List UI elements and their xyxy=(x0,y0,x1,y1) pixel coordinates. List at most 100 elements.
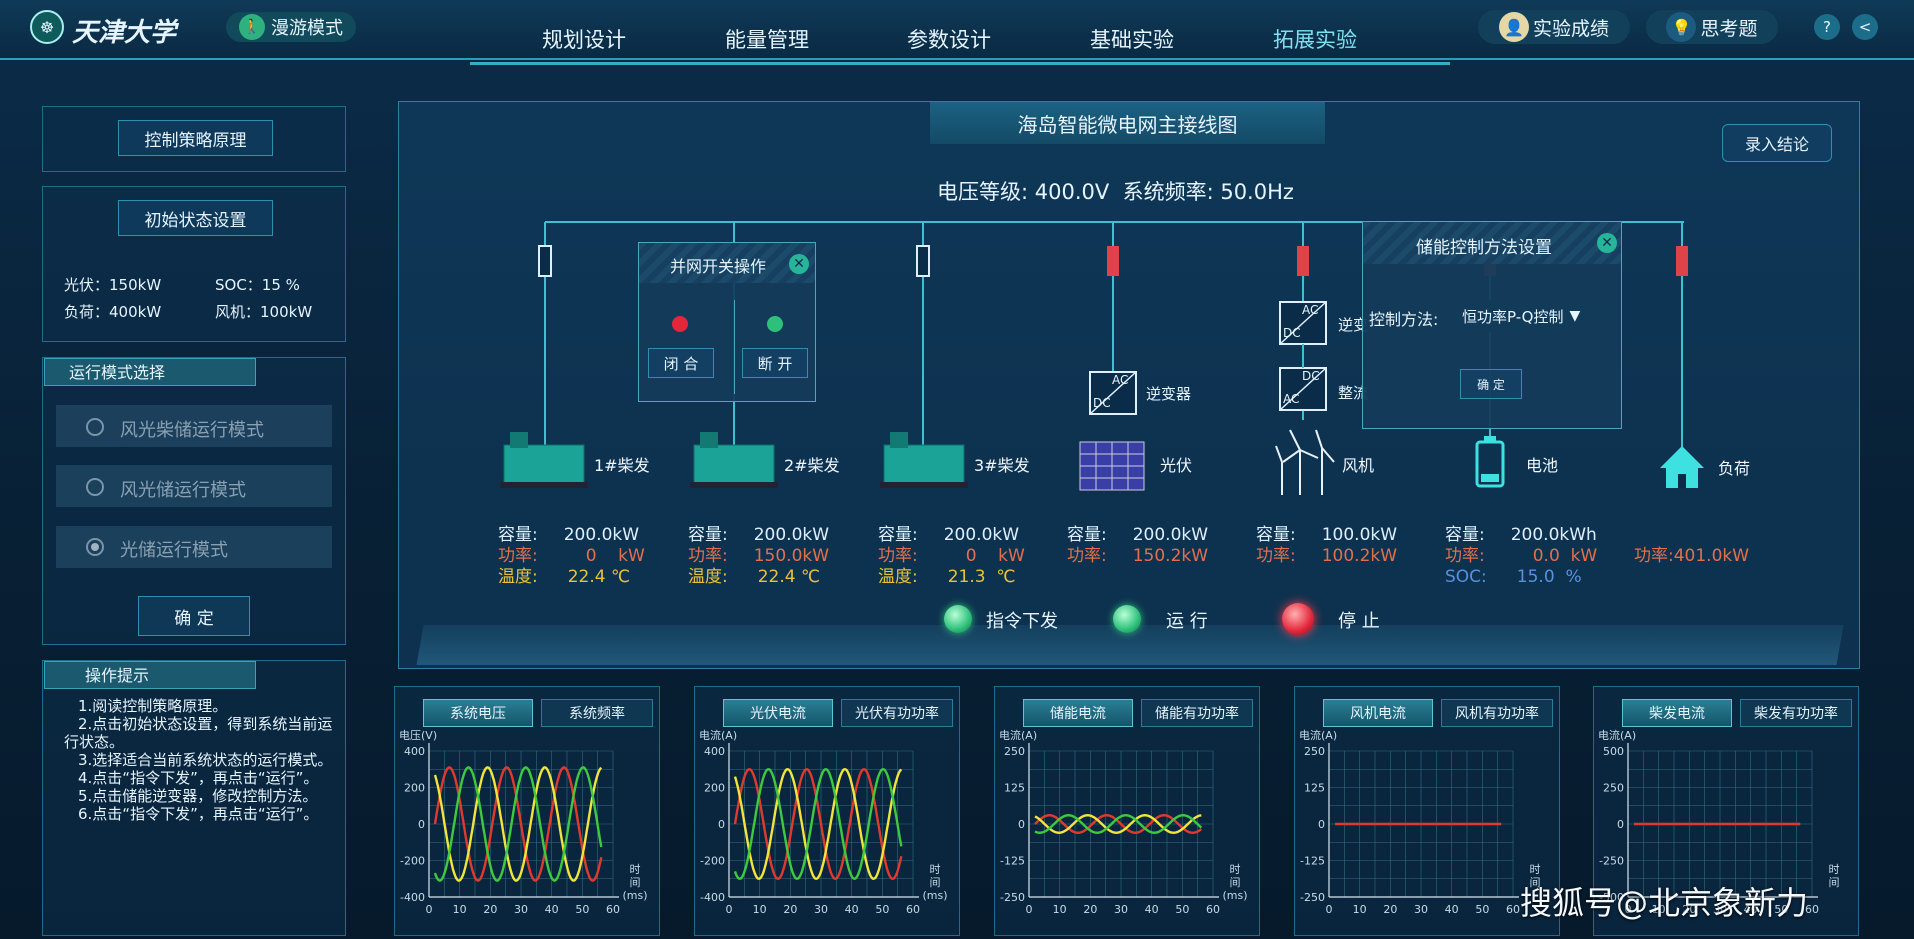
unit-load-data: 功率:401.0kW xyxy=(1634,546,1749,567)
unit-2-data: 容量: 200.0kW 功率: 150.0kW 温度: 22.4 ℃ xyxy=(688,525,829,588)
chart-2-xtick-5: 40 xyxy=(845,903,859,916)
chart-2-ytick-5: -400 xyxy=(700,891,725,904)
chart-1-xtick-7: 60 xyxy=(606,903,620,916)
chart-5-ytick-4: -250 xyxy=(1599,855,1624,868)
run-indicator-icon[interactable] xyxy=(1113,605,1141,633)
chart-5-xunit-1: 时 xyxy=(1829,863,1840,876)
pv-converter-label: 逆变器 xyxy=(1146,385,1192,403)
unit-battery-data: 容量: 200.0kWh 功率: 0.0 kW SOC: 15.0 % xyxy=(1445,525,1597,588)
breaker-3[interactable] xyxy=(916,245,930,277)
load-power-label: 功率: xyxy=(1634,546,1674,566)
chart-2-ytick-4: -200 xyxy=(700,855,725,868)
chart-2-xtick-2: 10 xyxy=(753,903,767,916)
storage-popup-close-icon[interactable]: ✕ xyxy=(1597,233,1617,253)
chart-3-xunit-3: (ms) xyxy=(1222,889,1247,902)
chart-4-ytick-2: 125 xyxy=(1304,782,1325,795)
house-load-icon[interactable] xyxy=(1660,446,1704,488)
unit-1-data: 容量: 200.0kW 功率: 0 kW 温度: 22.4 ℃ xyxy=(498,525,645,588)
unit-1-name: 1#柴发 xyxy=(594,456,650,475)
wind-cap-label: 容量: xyxy=(1256,525,1296,545)
chart-3-xtick-2: 10 xyxy=(1053,903,1067,916)
chart-3-xtick-1: 0 xyxy=(1026,903,1033,916)
chart-1-xunit-2: 间 xyxy=(630,876,641,889)
unit-2-power-label: 功率: xyxy=(688,546,728,566)
chart-3-xunit-2: 间 xyxy=(1230,876,1241,889)
unit-3-data: 容量: 200.0kW 功率: 0 kW 温度: 21.3 ℃ xyxy=(878,525,1025,588)
unit-wind-name: 风机 xyxy=(1342,456,1375,475)
chart-1-ytick-2: 200 xyxy=(404,782,425,795)
dispatch-indicator-icon[interactable] xyxy=(944,605,972,633)
wind-power: 100.2kW xyxy=(1321,546,1398,566)
unit-2-name: 2#柴发 xyxy=(784,456,840,475)
chart-3-xtick-4: 30 xyxy=(1114,903,1128,916)
chart-3-plot: 电流(A)2501250-125-2500 10 20 30 40 50 60时间(ms) xyxy=(999,728,1248,916)
breaker-load[interactable] xyxy=(1676,246,1688,276)
storage-method-select[interactable]: 恒功率P-Q控制 ▼ xyxy=(1456,300,1616,332)
chart-panel-1: 系统电压 系统频率 电压(V) 400 200 0 -200 -400 0 10 20 30 40 50 6… xyxy=(394,686,660,936)
unit-1-cap-label: 容量: xyxy=(498,525,538,545)
chart-1-xunit-3: (ms) xyxy=(622,889,647,902)
chart-1-ytick-4: -200 xyxy=(400,855,425,868)
unit-wind-data: 容量: 100.0kW 功率: 100.2kW xyxy=(1256,525,1397,567)
chart-5-ytick-1: 500 xyxy=(1603,745,1624,758)
chart-4-xtick-2: 10 xyxy=(1353,903,1367,916)
chart-4-xtick-5: 40 xyxy=(1445,903,1459,916)
stop-button[interactable]: 停 止 xyxy=(1338,607,1380,633)
stop-indicator-icon[interactable] xyxy=(1282,603,1314,635)
pv-power-label: 功率: xyxy=(1067,546,1107,566)
switch-close-led-icon xyxy=(672,316,688,332)
solar-panel-icon[interactable] xyxy=(1079,441,1145,491)
switch-open-button[interactable]: 断 开 xyxy=(742,348,808,378)
chart-3-ytick-4: -125 xyxy=(1000,855,1025,868)
chart-4-xunit-1: 时 xyxy=(1530,863,1541,876)
chart-2-xtick-7: 60 xyxy=(906,903,920,916)
unit-3-name: 3#柴发 xyxy=(974,456,1030,475)
battery-cap: 200.0kWh xyxy=(1510,525,1597,545)
battery-power-label: 功率: xyxy=(1445,546,1485,566)
unit-battery-name: 电池 xyxy=(1526,456,1559,475)
pv-power: 150.2kW xyxy=(1132,546,1209,566)
storage-confirm-button[interactable]: 确 定 xyxy=(1460,369,1522,399)
switch-popup-title: 并网开关操作 xyxy=(670,257,767,276)
unit-3-temp-label: 温度: xyxy=(878,567,918,587)
battery-soc: 15.0 % xyxy=(1516,567,1582,587)
pv-ac-label: AC xyxy=(1112,373,1129,387)
wind-turbine-icon[interactable] xyxy=(1275,429,1335,495)
chart-1-ytick-5: -400 xyxy=(400,891,425,904)
wind-power-label: 功率: xyxy=(1256,546,1296,566)
chart-2-xtick-3: 20 xyxy=(783,903,797,916)
watermark: 搜狐号@北京象新力 xyxy=(1520,884,1809,922)
chart-panel-3: 储能电流 储能有功功率 电流(A) 250 125 0 -125 -250 0 10 20 30 40 5… xyxy=(994,686,1260,936)
chart-4-ytick-1: 250 xyxy=(1304,745,1325,758)
unit-3-cap-label: 容量: xyxy=(878,525,918,545)
breaker-pv[interactable] xyxy=(1107,246,1119,276)
dispatch-command-button[interactable]: 指令下发 xyxy=(986,607,1058,633)
chart-2-xtick-4: 30 xyxy=(814,903,828,916)
chart-5-xunit-2: 间 xyxy=(1829,876,1840,889)
unit-3-power-label: 功率: xyxy=(878,546,918,566)
breaker-wind[interactable] xyxy=(1297,246,1309,276)
chart-1-xtick-5: 40 xyxy=(545,903,559,916)
load-power: 401.0kW xyxy=(1673,546,1750,566)
chart-1-xtick-3: 20 xyxy=(483,903,497,916)
chart-2-xtick-1: 0 xyxy=(726,903,733,916)
wind-rec-dc-label: DC xyxy=(1302,369,1320,383)
battery-icon[interactable] xyxy=(1475,436,1505,488)
switch-popup-close-icon[interactable]: ✕ xyxy=(789,254,809,274)
wind-inv-ac-label: AC xyxy=(1302,303,1319,317)
pv-dc-label: DC xyxy=(1093,396,1111,410)
switch-close-button[interactable]: 闭 合 xyxy=(648,348,714,378)
wind-rec-ac-label: AC xyxy=(1283,392,1300,406)
unit-1-power-label: 功率: xyxy=(498,546,538,566)
run-button[interactable]: 运 行 xyxy=(1166,607,1208,633)
chart-3-ylabel: 电流(A) xyxy=(999,728,1037,742)
chart-5-ytick-2: 250 xyxy=(1603,782,1624,795)
pv-cap-label: 容量: xyxy=(1067,525,1107,545)
unit-2-power: 150.0kW xyxy=(753,546,830,566)
chart-3-ytick-1: 250 xyxy=(1004,745,1025,758)
chart-1-xunit-1: 时 xyxy=(630,863,641,876)
breaker-1[interactable] xyxy=(538,245,552,277)
chart-1-xtick-2: 10 xyxy=(453,903,467,916)
chart-1-ytick-3: 0 xyxy=(418,818,425,831)
unit-1-temp-label: 温度: xyxy=(498,567,538,587)
